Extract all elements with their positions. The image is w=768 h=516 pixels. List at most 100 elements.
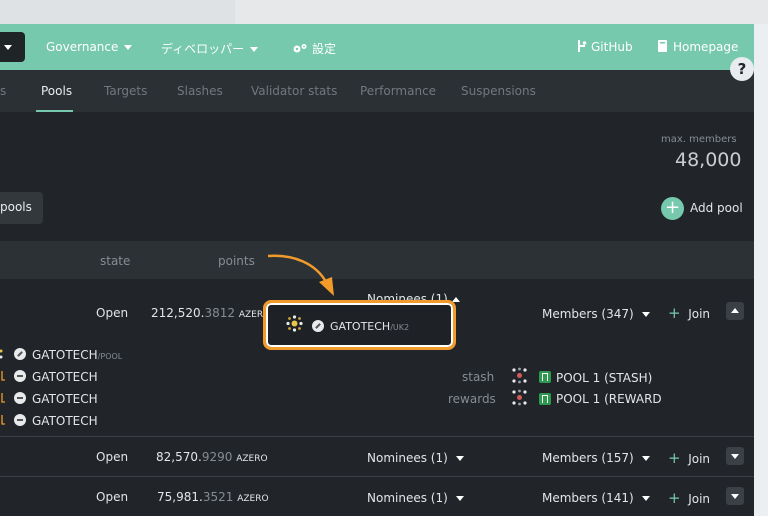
row1-collapse-button[interactable]: [726, 302, 744, 320]
nominee-1-name: GATOTECH: [32, 348, 98, 362]
annotation-arrow: [267, 254, 334, 296]
highlighted-name-text: GATOTECH: [330, 320, 391, 333]
nominee-1[interactable]: GATOTECH/POOL: [32, 348, 122, 362]
row1-points-dec: 3812: [204, 306, 235, 320]
row3-nominees-toggle[interactable]: Nominees (1): [367, 491, 464, 505]
branch-icon: [578, 40, 587, 52]
identicon-icon: [512, 367, 527, 384]
plus-icon: +: [668, 449, 681, 467]
identicon-icon: [512, 389, 527, 406]
row3-join-button[interactable]: + Join: [668, 489, 710, 507]
row2-points: 82,570.9290 AZERO: [156, 450, 268, 464]
row1-points-int: 212,520.: [151, 306, 205, 320]
row3-points-dec: 3521: [202, 490, 234, 504]
nav-governance-label: Governance: [46, 40, 119, 54]
tab-validator-stats[interactable]: Validator stats: [251, 84, 337, 98]
pool-badge-icon: [539, 393, 551, 405]
identicon-icon: [0, 346, 5, 360]
row1-join-label: Join: [688, 307, 711, 321]
max-members-label: max. members: [661, 134, 737, 145]
github-label: GitHub: [591, 40, 633, 54]
tab-pools[interactable]: Pools: [41, 84, 72, 98]
nominee-4[interactable]: GATOTECH: [32, 414, 98, 428]
row2-join-label: Join: [688, 452, 711, 466]
identity-icon: [312, 320, 324, 332]
help-button[interactable]: ?: [730, 57, 754, 81]
row1-members-label: Members (347): [542, 307, 634, 321]
chevron-down-icon: [124, 45, 133, 50]
header-state: state: [100, 254, 131, 268]
gears-icon: [293, 44, 307, 53]
nav-settings[interactable]: 設定: [292, 40, 336, 57]
row2-members-label: Members (157): [542, 451, 634, 465]
rewards-label: rewards: [448, 392, 496, 406]
chevron-down-icon: [250, 47, 259, 52]
row1-points: 212,520.3812 AZERO: [151, 306, 270, 320]
book-icon: [658, 40, 667, 52]
row3-expand-button[interactable]: [726, 487, 744, 505]
chevron-down-icon: [455, 496, 464, 501]
add-pool-button[interactable]: Add pool: [690, 201, 743, 215]
chevron-down-icon: [731, 454, 739, 459]
row3-nominees-label: Nominees (1): [367, 491, 448, 505]
identicon-icon: [0, 390, 5, 404]
tab-performance[interactable]: Performance: [360, 84, 436, 98]
row2-members-toggle[interactable]: Members (157): [542, 451, 650, 465]
tab-previous[interactable]: s: [0, 84, 6, 98]
row3-members-label: Members (141): [542, 491, 634, 505]
row2-expand-button[interactable]: [726, 447, 744, 465]
table-header: state points: [0, 241, 754, 279]
highlighted-nominee: GATOTECH/UK2: [263, 300, 456, 350]
active-tab-indicator: [36, 110, 73, 112]
stash-value[interactable]: POOL 1 (STASH): [556, 371, 652, 385]
chevron-down-icon: [641, 496, 650, 501]
chevron-down-icon: [455, 456, 464, 461]
row3-members-toggle[interactable]: Members (141): [542, 491, 650, 505]
identicon-icon: [0, 368, 5, 382]
chevron-down-icon: [4, 45, 12, 50]
highlighted-nominee-name[interactable]: GATOTECH/UK2: [330, 320, 409, 333]
nominee-1-sub: /POOL: [97, 352, 123, 361]
plus-icon[interactable]: +: [661, 197, 684, 220]
plus-icon: +: [668, 304, 681, 322]
row1-state: Open: [96, 306, 129, 320]
pools-button[interactable]: pools: [0, 192, 43, 224]
identity-icon: [14, 392, 26, 404]
row-divider: [0, 476, 754, 477]
highlighted-name-sub: /UK2: [390, 323, 410, 332]
row2-points-int: 82,570.: [156, 450, 202, 464]
tab-slashes[interactable]: Slashes: [177, 84, 223, 98]
account-selector[interactable]: [0, 32, 25, 62]
row1-join-button[interactable]: + Join: [668, 304, 710, 322]
identicon-icon: [0, 412, 5, 426]
nominee-2[interactable]: GATOTECH: [32, 370, 98, 384]
chevron-down-icon: [731, 494, 739, 499]
tab-targets[interactable]: Targets: [104, 84, 147, 98]
row3-points-int: 75,981.: [157, 490, 203, 504]
nav-settings-label: 設定: [312, 42, 337, 56]
identicon-icon: [286, 315, 303, 332]
row3-unit: AZERO: [237, 494, 269, 504]
row1-members-toggle[interactable]: Members (347): [542, 307, 650, 321]
max-members-value: 48,000: [675, 149, 742, 171]
identity-icon: [14, 414, 26, 426]
github-link[interactable]: GitHub: [577, 40, 633, 54]
row-divider: [0, 436, 754, 437]
row2-nominees-toggle[interactable]: Nominees (1): [367, 451, 464, 465]
nav-developer[interactable]: ディベロッパー: [161, 40, 259, 57]
plus-icon: +: [668, 489, 681, 507]
row2-unit: AZERO: [236, 454, 268, 464]
nav-governance[interactable]: Governance: [46, 40, 133, 54]
tab-suspensions[interactable]: Suspensions: [461, 84, 536, 98]
row2-join-button[interactable]: + Join: [668, 449, 710, 467]
nominee-3[interactable]: GATOTECH: [32, 392, 98, 406]
row3-points: 75,981.3521 AZERO: [157, 490, 269, 504]
chevron-up-icon: [731, 308, 739, 313]
homepage-link[interactable]: Homepage: [658, 40, 738, 54]
rewards-value[interactable]: POOL 1 (REWARD: [556, 392, 662, 406]
row2-state: Open: [96, 450, 129, 464]
pools-button-label: pools: [0, 200, 32, 214]
row2-points-dec: 9290: [201, 450, 233, 464]
row2-nominees-label: Nominees (1): [367, 451, 448, 465]
nav-developer-label: ディベロッパー: [161, 42, 245, 56]
